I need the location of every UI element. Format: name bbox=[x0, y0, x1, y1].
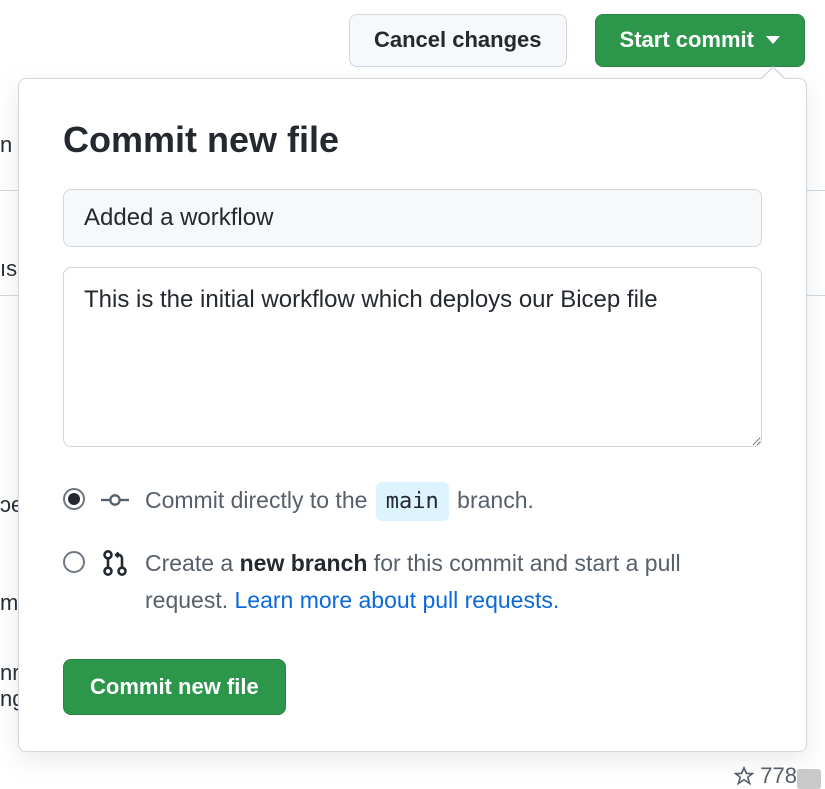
radio-input-direct[interactable] bbox=[63, 488, 85, 510]
top-bar: Cancel changes Start commit bbox=[0, 0, 825, 81]
scrollbar-thumb[interactable] bbox=[797, 769, 821, 789]
caret-down-icon bbox=[766, 36, 780, 44]
learn-more-link[interactable]: Learn more about pull requests. bbox=[235, 587, 560, 613]
git-pull-request-icon bbox=[101, 549, 129, 577]
start-commit-button[interactable]: Start commit bbox=[595, 14, 805, 67]
background-text: ıs bbox=[0, 256, 17, 282]
radio-input-newbranch[interactable] bbox=[63, 551, 85, 573]
background-text: m bbox=[0, 590, 18, 616]
radio-new-branch[interactable]: Create a new branch for this commit and … bbox=[63, 545, 762, 619]
popover-title: Commit new file bbox=[63, 119, 762, 161]
branch-badge: main bbox=[376, 482, 449, 521]
radio-label-direct: Commit directly to the main branch. bbox=[145, 482, 762, 521]
start-commit-label: Start commit bbox=[620, 25, 754, 56]
git-commit-icon bbox=[101, 486, 129, 514]
commit-popover: Commit new file This is the initial work… bbox=[18, 78, 807, 752]
cancel-changes-button[interactable]: Cancel changes bbox=[349, 14, 567, 67]
background-text: n bbox=[0, 132, 12, 158]
radio-label-newbranch: Create a new branch for this commit and … bbox=[145, 545, 762, 619]
star-icon bbox=[734, 766, 754, 786]
popover-arrow bbox=[760, 66, 786, 79]
radio-commit-direct[interactable]: Commit directly to the main branch. bbox=[63, 482, 762, 521]
commit-new-file-button[interactable]: Commit new file bbox=[63, 659, 286, 715]
star-count: 778 bbox=[734, 763, 797, 789]
commit-description-textarea[interactable]: This is the initial workflow which deplo… bbox=[63, 267, 762, 447]
background-text: nr bbox=[0, 660, 20, 686]
commit-target-radio-group: Commit directly to the main branch. Crea… bbox=[63, 482, 762, 619]
commit-summary-input[interactable] bbox=[63, 189, 762, 247]
